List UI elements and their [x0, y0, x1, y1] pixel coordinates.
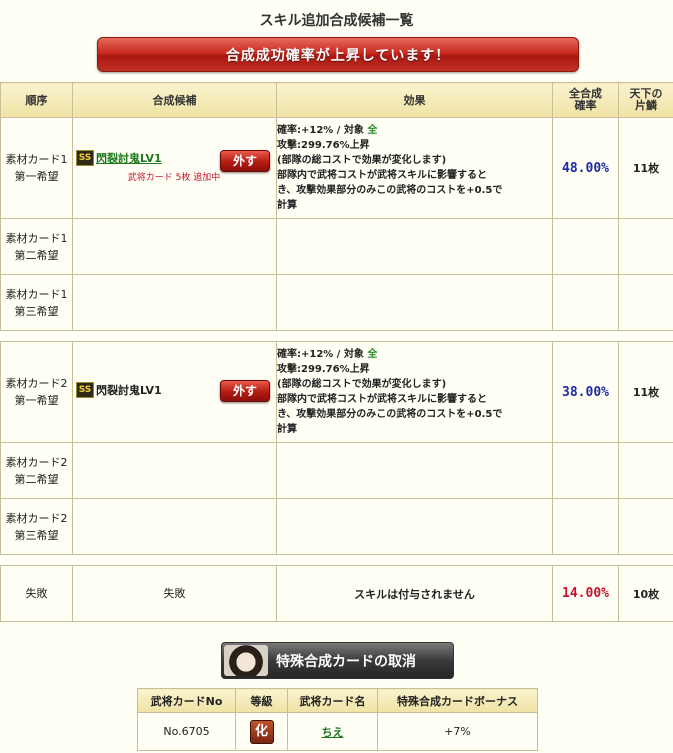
rate-cell: 48.00% [552, 117, 619, 219]
table-row: 素材カード1 第二希望 [0, 218, 673, 275]
count-cell: 11枚 [618, 117, 673, 219]
order-sub-label: 第一希望 [14, 170, 59, 183]
effect-line: き、攻撃効果部分のみこの武将のコストを+0.5で [277, 185, 503, 196]
effect-cell [276, 218, 553, 275]
effect-cell [276, 498, 553, 555]
order-sub-label: 第二希望 [14, 472, 59, 486]
remove-button[interactable]: 外す [220, 150, 270, 172]
order-label: 素材カード2 [5, 511, 68, 525]
header-candidate: 合成候補 [72, 82, 277, 118]
card-no-cell: No.6705 [137, 712, 236, 751]
candidate-table-2: 素材カード2 第一希望 SS 閃裂討鬼LV1 外す 確率:+12% / 対象 全 … [0, 341, 673, 555]
order-label: 素材カード1 [5, 231, 68, 245]
page-title: スキル追加合成候補一覧 [259, 13, 414, 29]
effect-line: 計算 [277, 200, 297, 211]
card-name-link[interactable]: ちえ [322, 726, 344, 739]
header-grade: 等級 [235, 688, 288, 713]
table-row: 素材カード2 第一希望 SS 閃裂討鬼LV1 外す 確率:+12% / 対象 全 … [0, 341, 673, 443]
header-bonus: 特殊合成カードボーナス [377, 688, 538, 713]
success-rate-banner: 合成成功確率が上昇しています！ [97, 37, 579, 72]
order-label: 素材カード2 [5, 377, 68, 390]
effect-cell [276, 442, 553, 499]
count-cell: 11枚 [618, 341, 673, 443]
effect-line: (部隊の総コストで効果が変化します) [277, 379, 447, 390]
order-cell: 素材カード2 第一希望 [0, 341, 73, 443]
candidate-cell [72, 498, 277, 555]
effect-target: 全 [367, 125, 378, 136]
remove-button[interactable]: 外す [220, 380, 270, 402]
candidate-cell: SS 閃裂討鬼LV1 外す [72, 341, 277, 443]
rate-cell [552, 498, 619, 555]
table-row: 素材カード2 第三希望 [0, 498, 673, 555]
rate-cell [552, 274, 619, 331]
effect-line: 部隊内で武将コストが武将スキルに影響すると [277, 170, 487, 181]
rate-cell [552, 442, 619, 499]
skill-link[interactable]: 閃裂討鬼LV1 [96, 152, 162, 165]
effect-line: 確率:+12% / 対象 [277, 125, 368, 136]
character-portrait-icon [224, 645, 268, 676]
grade-cell: 化 [235, 712, 288, 751]
count-cell [618, 218, 673, 275]
count-cell [618, 274, 673, 331]
header-rate: 全合成 確率 [552, 82, 619, 118]
effect-line: 確率:+12% / 対象 [277, 349, 368, 360]
grade-icon: 化 [249, 719, 274, 744]
header-card-name: 武将カード名 [287, 688, 378, 713]
order-label: 素材カード2 [5, 455, 68, 469]
order-sub-label: 第二希望 [14, 248, 59, 262]
table-row: 失敗 失敗 スキルは付与されません 14.00% 10枚 [0, 565, 673, 622]
effect-line: 攻撃:299.76%上昇 [277, 364, 370, 375]
effect-line: き、攻撃効果部分のみこの武将のコストを+0.5で [277, 409, 503, 420]
candidate-cell [72, 274, 277, 331]
cancel-special-card-button[interactable]: 特殊合成カードの取消 [221, 642, 454, 679]
card-name-cell: ちえ [287, 712, 378, 751]
special-card-table: 武将カードNo 等級 武将カード名 特殊合成カードボーナス No.6705 化 … [137, 688, 538, 751]
candidate-cell: SS 閃裂討鬼LV1 武将カード 5枚 追加中 外す [72, 117, 277, 219]
order-cell: 素材カード1 第二希望 [0, 218, 73, 275]
order-cell: 素材カード2 第三希望 [0, 498, 73, 555]
candidate-cell: 失敗 [72, 565, 277, 622]
effect-line: 計算 [277, 424, 297, 435]
order-label: 素材カード1 [5, 287, 68, 301]
candidate-table-1: 順序 合成候補 効果 全合成 確率 天下の 片鱗 素材カード1 第一希望 SS 閃裂討… [0, 82, 673, 331]
rate-cell: 38.00% [552, 341, 619, 443]
effect-line: (部隊の総コストで効果が変化します) [277, 155, 447, 166]
header-count: 天下の 片鱗 [618, 82, 673, 118]
rate-cell: 14.00% [552, 565, 619, 622]
count-cell [618, 442, 673, 499]
header-card-no: 武将カードNo [137, 688, 236, 713]
failure-table: 失敗 失敗 スキルは付与されません 14.00% 10枚 [0, 565, 673, 622]
effect-target: 全 [367, 349, 378, 360]
order-sub-label: 第一希望 [14, 394, 59, 407]
effect-cell: 確率:+12% / 対象 全 攻撃:299.76%上昇 (部隊の総コストで効果が… [276, 117, 553, 219]
header-order: 順序 [0, 82, 73, 118]
effect-line: 部隊内で武将コストが武将スキルに影響すると [277, 394, 487, 405]
header-effect: 効果 [276, 82, 553, 118]
candidate-cell [72, 218, 277, 275]
order-cell: 失敗 [0, 565, 73, 622]
order-cell: 素材カード1 第三希望 [0, 274, 73, 331]
order-sub-label: 第三希望 [14, 304, 59, 318]
effect-cell [276, 274, 553, 331]
order-cell: 素材カード2 第二希望 [0, 442, 73, 499]
effect-line: 攻撃:299.76%上昇 [277, 140, 370, 151]
effect-cell: スキルは付与されません [276, 565, 553, 622]
ss-rank-icon: SS [76, 382, 94, 398]
order-label: 素材カード1 [5, 153, 68, 166]
table-row: 素材カード1 第一希望 SS 閃裂討鬼LV1 武将カード 5枚 追加中 外す 確率… [0, 117, 673, 219]
effect-cell: 確率:+12% / 対象 全 攻撃:299.76%上昇 (部隊の総コストで効果が… [276, 341, 553, 443]
bonus-cell: +7% [377, 712, 538, 751]
table-row: 素材カード2 第二希望 [0, 442, 673, 499]
count-cell [618, 498, 673, 555]
table-row: No.6705 化 ちえ +7% [137, 712, 538, 751]
order-cell: 素材カード1 第一希望 [0, 117, 73, 219]
rate-cell [552, 218, 619, 275]
table-row: 素材カード1 第三希望 [0, 274, 673, 331]
candidate-cell [72, 442, 277, 499]
cancel-special-card-label: 特殊合成カードの取消 [276, 653, 416, 670]
count-cell: 10枚 [618, 565, 673, 622]
ss-rank-icon: SS [76, 150, 94, 166]
order-sub-label: 第三希望 [14, 528, 59, 542]
skill-name: 閃裂討鬼LV1 [96, 384, 162, 397]
